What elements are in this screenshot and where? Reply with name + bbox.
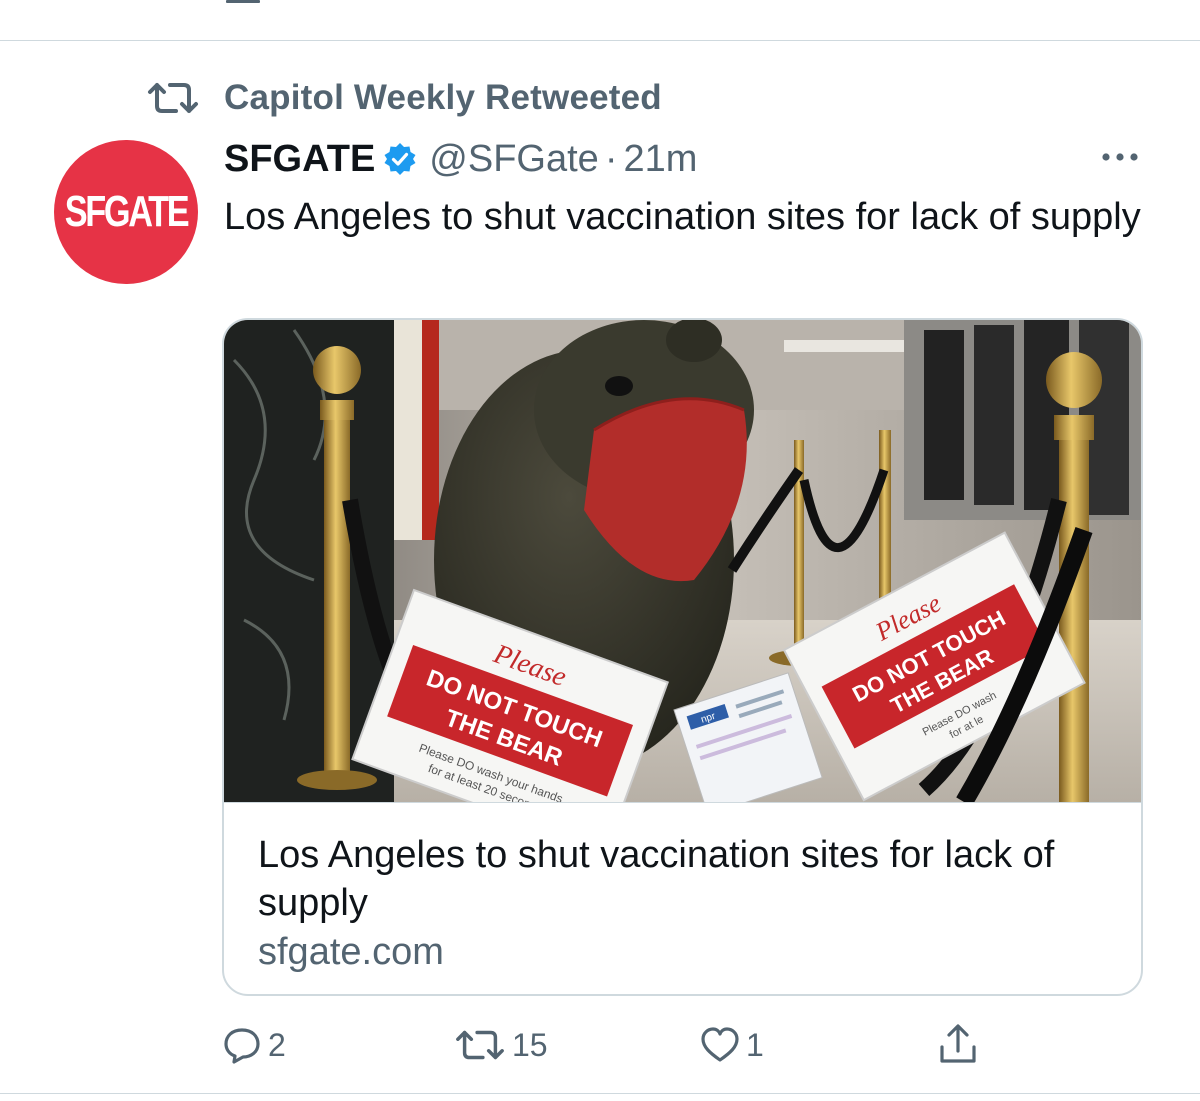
divider-top (0, 40, 1200, 41)
verified-badge-icon (384, 143, 416, 175)
retweet-context[interactable]: Capitol Weekly Retweeted (146, 76, 662, 120)
heart-icon (701, 1027, 739, 1062)
retweet-icon (456, 1030, 504, 1060)
reply-icon (224, 1028, 260, 1064)
tweet-header: SFGATE @SFGate · 21m (224, 136, 697, 182)
tweet-timestamp[interactable]: 21m (623, 138, 697, 181)
previous-tweet-remnant (226, 0, 260, 3)
more-options-icon[interactable] (1100, 142, 1140, 172)
share-icon (940, 1024, 976, 1063)
avatar-logo-text: SFGATE (64, 187, 190, 236)
retweet-icon (146, 78, 202, 118)
card-body: Los Angeles to shut vaccination sites fo… (224, 802, 1141, 994)
author-handle[interactable]: @SFGate (429, 138, 599, 181)
reply-button[interactable]: 2 (222, 1018, 286, 1072)
like-count: 1 (746, 1026, 764, 1063)
link-card[interactable]: Please DO NOT TOUCH THE BEAR Please DO w… (222, 318, 1143, 996)
author-display-name[interactable]: SFGATE (224, 138, 375, 181)
card-domain: sfgate.com (258, 931, 444, 973)
tweet-text: Los Angeles to shut vaccination sites fo… (224, 196, 1141, 238)
reply-count: 2 (268, 1026, 286, 1063)
card-image: Please DO NOT TOUCH THE BEAR Please DO w… (224, 320, 1141, 802)
retweet-context-label: Capitol Weekly Retweeted (224, 78, 662, 117)
share-button[interactable] (936, 1018, 980, 1072)
divider-bottom (0, 1093, 1200, 1094)
retweet-count: 15 (512, 1026, 548, 1063)
separator-dot: · (604, 137, 618, 180)
card-title: Los Angeles to shut vaccination sites fo… (258, 834, 1055, 924)
like-button[interactable]: 1 (700, 1018, 764, 1072)
retweet-button[interactable]: 15 (454, 1018, 548, 1072)
tweet-actions: 2 15 1 (222, 1018, 1002, 1072)
avatar[interactable]: SFGATE (54, 140, 198, 284)
